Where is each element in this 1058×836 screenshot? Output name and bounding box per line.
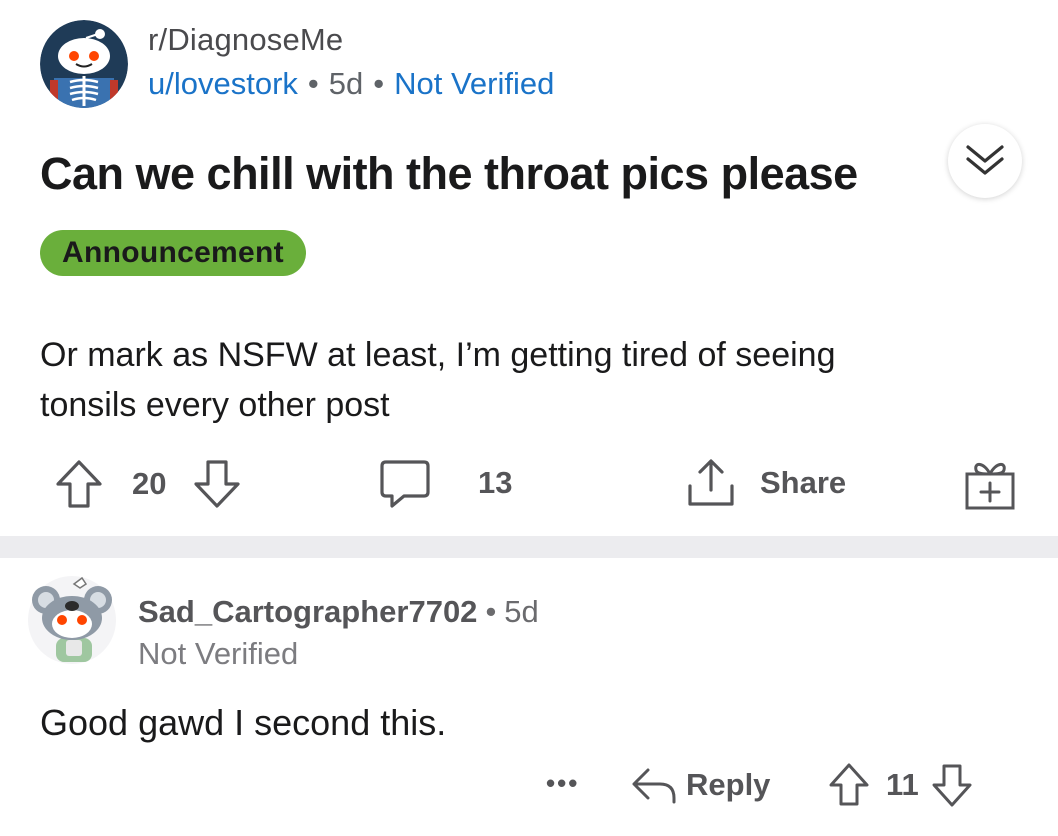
gift-icon (965, 463, 1015, 510)
subreddit-avatar[interactable] (40, 20, 128, 108)
skeleton-snoo-icon (40, 20, 128, 108)
comment-action-bar: ••• Reply 11 (0, 758, 1058, 818)
comment-card: Sad_Cartographer7702 • 5d Not Verified Goo… (0, 558, 1058, 836)
reply-label: Reply (686, 767, 771, 802)
share-button[interactable]: Share (684, 456, 846, 510)
post-action-bar: 20 13 Share (0, 452, 1058, 512)
reply-button[interactable]: Reply (630, 762, 770, 808)
comment-verification: Not Verified (138, 636, 299, 671)
comment-body: Good gawd I second this. (40, 702, 447, 743)
double-chevron-down-icon (966, 145, 1004, 175)
meta-separator: • (307, 66, 319, 101)
comment-score: 11 (886, 767, 919, 802)
commenter-avatar[interactable] (26, 574, 118, 666)
post-age: 5d (328, 66, 364, 101)
comment-meta: Sad_Cartographer7702 • 5d (138, 594, 539, 630)
share-icon (688, 459, 734, 506)
meta-separator: • (373, 66, 385, 101)
verification-status[interactable]: Not Verified (394, 66, 554, 101)
post-flair[interactable]: Announcement (40, 230, 306, 276)
speech-bubble-icon (380, 460, 430, 508)
comment-count: 13 (478, 465, 513, 500)
share-label: Share (760, 465, 847, 500)
author-link[interactable]: u/lovestork (148, 66, 298, 101)
more-options-button[interactable]: ••• (546, 768, 579, 799)
award-button[interactable] (962, 456, 1018, 512)
meta-separator: • (485, 594, 497, 629)
arrow-up-icon[interactable] (54, 458, 104, 510)
comment-vote-group: 11 (828, 762, 973, 808)
subreddit-name[interactable]: r/DiagnoseMe (148, 22, 343, 58)
expand-button[interactable] (948, 124, 1022, 198)
arrow-up-icon[interactable] (828, 762, 870, 808)
comments-button[interactable]: 13 (378, 456, 512, 510)
section-divider (0, 536, 1058, 558)
arrow-down-icon[interactable] (931, 762, 973, 808)
post-body: Or mark as NSFW at least, I’m getting ti… (40, 336, 836, 424)
comment-age: 5d (504, 594, 539, 629)
arrow-down-icon[interactable] (192, 458, 242, 510)
reply-arrow-icon (632, 768, 676, 804)
upvote-count: 20 (132, 466, 167, 501)
post-card: r/DiagnoseMe u/lovestork • 5d • Not Verified… (0, 0, 1058, 536)
comment-author[interactable]: Sad_Cartographer7702 (138, 594, 477, 629)
post-title[interactable]: Can we chill with the throat pics please (40, 148, 960, 200)
vote-group: 20 (54, 458, 242, 510)
post-meta: u/lovestork • 5d • Not Verified (148, 66, 554, 102)
koala-snoo-icon (28, 576, 116, 664)
